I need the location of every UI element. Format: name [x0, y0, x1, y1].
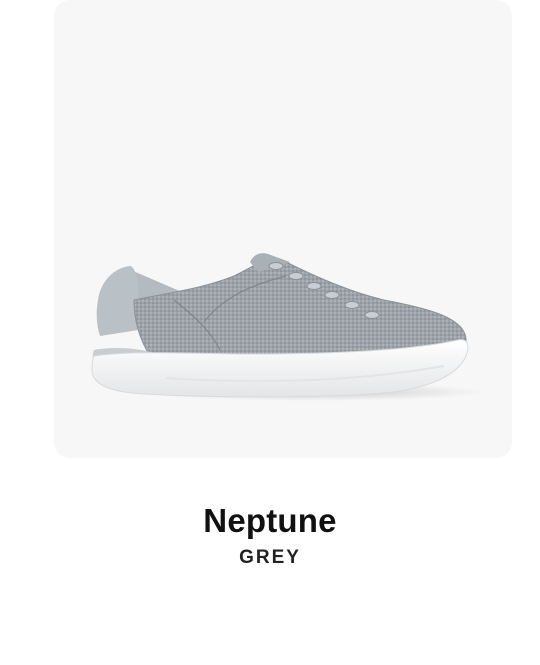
product-card[interactable]: Neptune GREY — [0, 0, 540, 665]
product-image-panel[interactable] — [54, 0, 512, 458]
product-color-name: GREY — [239, 547, 301, 568]
product-name[interactable]: Neptune — [0, 500, 540, 542]
sneaker-image — [91, 253, 486, 401]
heel-tab — [96, 266, 139, 336]
